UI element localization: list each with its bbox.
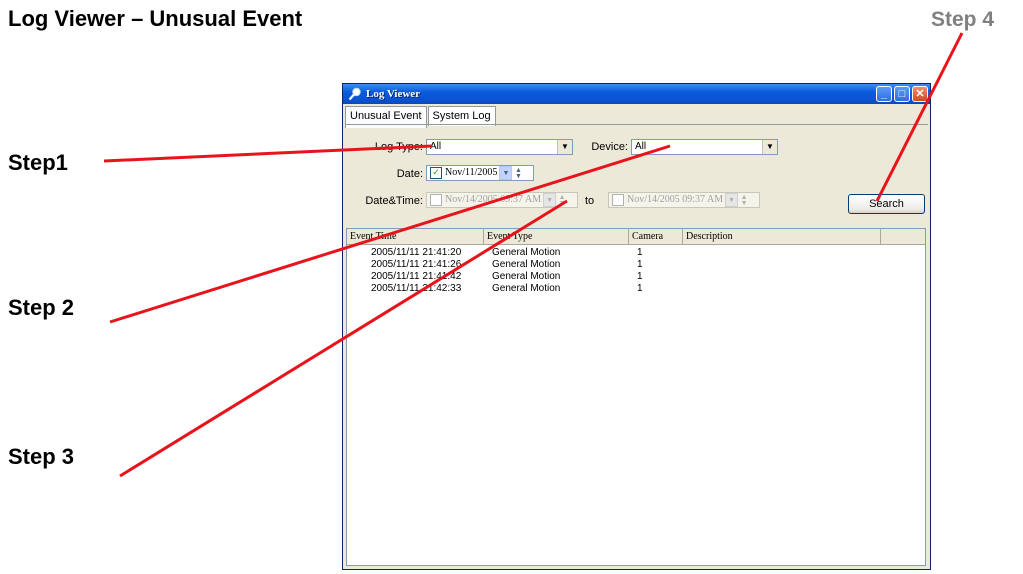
event-type: General Motion xyxy=(492,259,561,270)
event-time: 2005/11/11 21:41:26 xyxy=(371,259,462,270)
device-select[interactable]: All ▼ xyxy=(631,139,778,155)
datetime-from-value: Nov/14/2005 09:37 AM xyxy=(445,194,542,205)
log-viewer-window: Log Viewer _ □ ✕ Unusual Event System Lo… xyxy=(342,83,931,570)
log-type-select[interactable]: All ▼ xyxy=(426,139,573,155)
search-button[interactable]: Search xyxy=(848,194,925,214)
maximize-button[interactable]: □ xyxy=(894,86,910,102)
to-label: to xyxy=(585,195,595,207)
spin-icon[interactable]: ▲ ▼ xyxy=(558,194,566,207)
datetime-checkbox[interactable] xyxy=(430,194,442,206)
camera: 1 xyxy=(637,283,643,294)
device-label: Device: xyxy=(591,141,628,153)
column-header[interactable]: Description xyxy=(683,229,881,244)
datetime-to-checkbox[interactable] xyxy=(612,194,624,206)
log-type-label: Log Type: xyxy=(374,141,423,153)
event-type: General Motion xyxy=(492,247,561,258)
datetime-to-picker[interactable]: Nov/14/2005 09:37 AM ▼ ▲ ▼ xyxy=(608,192,760,208)
date-label: Date: xyxy=(396,168,423,180)
spin-icon[interactable]: ▲ ▼ xyxy=(740,194,748,207)
date-value: Nov/11/2005 xyxy=(445,167,498,178)
event-time: 2005/11/11 21:41:20 xyxy=(371,247,462,258)
step2-label: Step 2 xyxy=(8,295,75,320)
close-button[interactable]: ✕ xyxy=(912,86,928,102)
step3-label: Step 3 xyxy=(8,444,75,469)
column-header[interactable]: Event Type xyxy=(484,229,629,244)
datetime-to-value: Nov/14/2005 09:37 AM xyxy=(627,194,724,205)
spin-icon[interactable]: ▲ ▼ xyxy=(514,167,522,180)
step1-label: Step1 xyxy=(8,150,68,175)
camera: 1 xyxy=(637,271,643,282)
page-title: Log Viewer – Unusual Event xyxy=(8,6,303,31)
event-time: 2005/11/11 21:41:42 xyxy=(371,271,462,282)
datetime-label: Date&Time: xyxy=(365,195,423,207)
step4-label: Step 4 xyxy=(931,8,995,31)
window-title: Log Viewer xyxy=(366,88,421,100)
title-bar[interactable]: Log Viewer _ □ ✕ xyxy=(343,84,930,104)
date-checkbox[interactable]: ✓ xyxy=(430,167,442,179)
column-header[interactable]: Event Time xyxy=(347,229,484,244)
magnifier-icon xyxy=(348,87,361,101)
calendar-dropdown-icon[interactable]: ▼ xyxy=(499,166,513,180)
event-time: 2005/11/11 21:42:33 xyxy=(371,283,462,294)
camera: 1 xyxy=(637,247,643,258)
calendar-dropdown-icon[interactable]: ▼ xyxy=(543,193,557,207)
device-value: All xyxy=(635,141,647,152)
event-table: Event Time Event Type Camera Description… xyxy=(346,228,926,566)
chevron-down-icon[interactable]: ▼ xyxy=(557,140,572,154)
chevron-down-icon[interactable]: ▼ xyxy=(762,140,777,154)
event-type: General Motion xyxy=(492,271,561,282)
table-header: Event Time Event Type Camera Description xyxy=(347,229,925,245)
calendar-dropdown-icon[interactable]: ▼ xyxy=(725,193,739,207)
camera: 1 xyxy=(637,259,643,270)
event-type: General Motion xyxy=(492,283,561,294)
tab-system-log[interactable]: System Log xyxy=(427,106,496,126)
column-header[interactable]: Camera xyxy=(629,229,683,244)
log-type-value: All xyxy=(430,141,442,152)
datetime-from-picker[interactable]: Nov/14/2005 09:37 AM ▼ ▲ ▼ xyxy=(426,192,578,208)
minimize-button[interactable]: _ xyxy=(876,86,892,102)
date-picker[interactable]: ✓ Nov/11/2005 ▼ ▲ ▼ xyxy=(426,165,534,181)
